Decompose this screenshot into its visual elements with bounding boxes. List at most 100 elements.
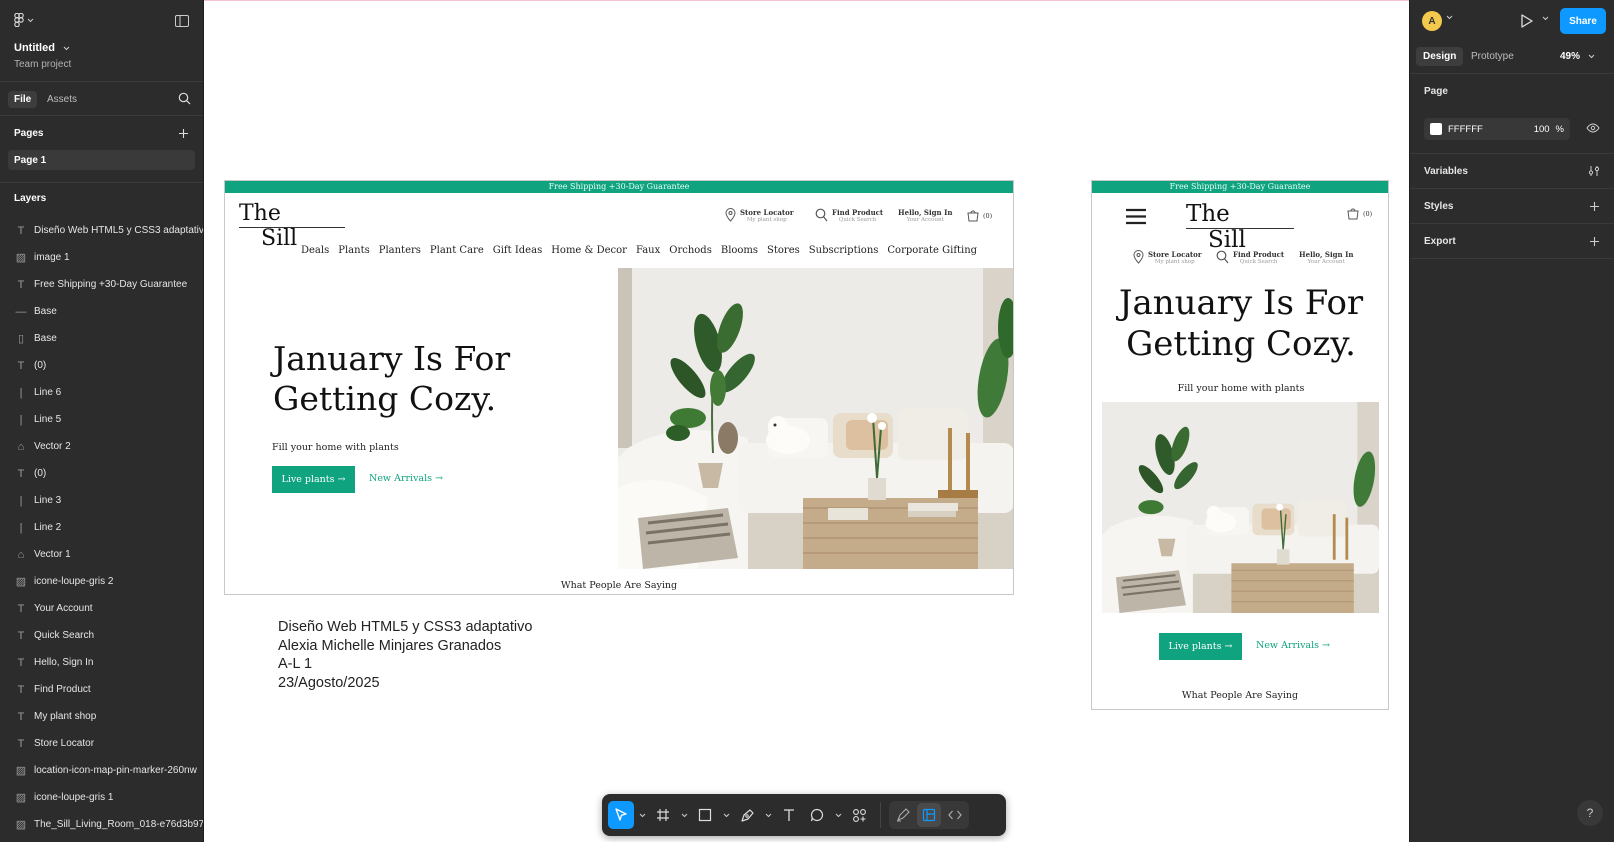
page-fill-input[interactable]: FFFFFF 100% xyxy=(1424,118,1570,140)
nav-item[interactable]: Subscriptions xyxy=(809,245,879,256)
chevron-down-icon[interactable] xyxy=(1542,16,1549,21)
layer-row[interactable]: T Quick Search xyxy=(0,622,203,649)
layer-row[interactable]: T (0) xyxy=(0,352,203,379)
nav-item[interactable]: Corporate Gifting xyxy=(887,245,977,256)
layer-row[interactable]: T Store Locator xyxy=(0,730,203,757)
mobile-cart-link[interactable]: (0) xyxy=(1347,208,1372,220)
dev-mode-button[interactable] xyxy=(943,803,967,827)
nav-item[interactable]: Stores xyxy=(767,245,800,256)
frame-tool-menu[interactable] xyxy=(678,813,690,818)
text-layer-icon: T xyxy=(17,467,25,480)
main-menu-button[interactable] xyxy=(14,13,34,27)
eye-visibility-icon[interactable] xyxy=(1586,123,1600,133)
tab-assets[interactable]: Assets xyxy=(41,91,83,108)
desktop-frame[interactable]: Free Shipping +30-Day Guarantee The Sill… xyxy=(224,180,1014,595)
tab-design[interactable]: Design xyxy=(1416,47,1464,66)
layer-row[interactable]: ⌂ Vector 1 xyxy=(0,541,203,568)
comment-tool-button[interactable] xyxy=(804,801,830,829)
find-product-link[interactable]: Find Product Quick Search xyxy=(815,208,883,223)
actions-button[interactable] xyxy=(846,801,872,829)
move-tool-button[interactable] xyxy=(608,801,634,829)
design-mode-button[interactable] xyxy=(917,803,941,827)
pen-tool-menu[interactable] xyxy=(762,813,774,818)
nav-item[interactable]: Orchods xyxy=(669,245,712,256)
move-tool-menu[interactable] xyxy=(636,813,648,818)
frame-tool-button[interactable] xyxy=(650,801,676,829)
nav-item[interactable]: Planters xyxy=(379,245,421,256)
layer-row[interactable]: | Line 5 xyxy=(0,406,203,433)
pen-tool-button[interactable] xyxy=(734,801,760,829)
mobile-site-logo[interactable]: The Sill xyxy=(1186,201,1294,253)
mobile-account-link[interactable]: Hello, Sign In Your Account xyxy=(1299,250,1353,265)
layer-row[interactable]: T (0) xyxy=(0,460,203,487)
layer-row[interactable]: ▨ The_Sill_Living_Room_018-e76d3b972 xyxy=(0,811,203,838)
layer-row[interactable]: T Free Shipping +30-Day Guarantee xyxy=(0,271,203,298)
fill-swatch[interactable] xyxy=(1430,123,1442,135)
add-export-icon[interactable] xyxy=(1589,236,1600,247)
nav-item[interactable]: Gift Ideas xyxy=(493,245,542,256)
mobile-new-arrivals-link[interactable]: New Arrivals → xyxy=(1256,640,1330,651)
mobile-frame[interactable]: Free Shipping +30-Day Guarantee The Sill… xyxy=(1091,180,1389,710)
fill-opacity[interactable]: 100 xyxy=(1534,124,1550,135)
toggle-sidebar-button[interactable] xyxy=(175,14,189,32)
live-plants-button[interactable]: Live plants → xyxy=(272,466,355,493)
text-tool-button[interactable] xyxy=(776,801,802,829)
site-logo[interactable]: The Sill xyxy=(239,201,345,251)
user-avatar[interactable]: A xyxy=(1422,11,1442,31)
nav-item[interactable]: Faux xyxy=(636,245,660,256)
page-item[interactable]: Page 1 xyxy=(8,150,195,170)
layers-list: T Diseño Web HTML5 y CSS3 adaptativo ▨ imag… xyxy=(0,213,204,838)
caption-text[interactable]: Diseño Web HTML5 y CSS3 adaptativo Alexi… xyxy=(278,618,532,692)
store-locator-sub: My plant shop xyxy=(1154,259,1195,265)
fill-hex[interactable]: FFFFFF xyxy=(1448,124,1483,135)
layer-row[interactable]: T Hello, Sign In xyxy=(0,649,203,676)
nav-item[interactable]: Home & Decor xyxy=(551,245,627,256)
add-style-icon[interactable] xyxy=(1589,201,1600,212)
nav-item[interactable]: Blooms xyxy=(721,245,758,256)
mobile-live-plants-button[interactable]: Live plants → xyxy=(1159,633,1242,660)
layer-row[interactable]: T Your Account xyxy=(0,595,203,622)
file-name-button[interactable]: Untitled xyxy=(14,42,70,54)
search-icon[interactable] xyxy=(178,92,191,105)
find-product-sub: Quick Search xyxy=(1239,259,1278,265)
layer-row[interactable]: ▨ icone-loupe-gris 1 xyxy=(0,784,203,811)
tab-prototype[interactable]: Prototype xyxy=(1464,47,1521,66)
present-play-icon[interactable] xyxy=(1520,13,1534,29)
hamburger-menu-icon[interactable] xyxy=(1125,208,1147,225)
mobile-store-locator-link[interactable]: Store Locator My plant shop xyxy=(1133,250,1202,265)
layer-row[interactable]: ▨ location-icon-map-pin-marker-260nw xyxy=(0,757,203,784)
mobile-find-product-link[interactable]: Find Product Quick Search xyxy=(1216,250,1284,265)
store-locator-link[interactable]: Store Locator My plant shop xyxy=(725,208,794,223)
cart-count: (0) xyxy=(983,212,993,220)
layer-row[interactable]: ▨ image 1 xyxy=(0,244,203,271)
zoom-dropdown[interactable]: 49% xyxy=(1560,51,1595,62)
layer-row[interactable]: | Line 3 xyxy=(0,487,203,514)
layer-row[interactable]: T Diseño Web HTML5 y CSS3 adaptativo xyxy=(0,217,203,244)
nav-item[interactable]: Plants xyxy=(338,245,369,256)
draw-mode-button[interactable] xyxy=(891,803,915,827)
shape-tool-button[interactable] xyxy=(692,801,718,829)
tab-file[interactable]: File xyxy=(8,91,38,108)
layer-row[interactable]: | Line 2 xyxy=(0,514,203,541)
chevron-down-icon[interactable] xyxy=(1446,15,1453,20)
layer-row[interactable]: — Base xyxy=(0,298,203,325)
help-button[interactable]: ? xyxy=(1577,800,1603,826)
canvas[interactable]: Free Shipping +30-Day Guarantee The Sill… xyxy=(204,0,1409,842)
layer-row[interactable]: ▯ Base xyxy=(0,325,203,352)
new-arrivals-link[interactable]: New Arrivals → xyxy=(369,473,443,484)
variables-settings-icon[interactable] xyxy=(1588,165,1600,177)
nav-item[interactable]: Deals xyxy=(301,245,329,256)
layer-row[interactable]: ▨ icone-loupe-gris 2 xyxy=(0,568,203,595)
account-link[interactable]: Hello, Sign In Your Account xyxy=(898,208,952,223)
layer-row[interactable]: T My plant shop xyxy=(0,703,203,730)
cart-link[interactable]: (0) xyxy=(967,210,992,222)
layer-row[interactable]: | Line 6 xyxy=(0,379,203,406)
layer-row[interactable]: ⌂ Vector 2 xyxy=(0,433,203,460)
shape-tool-menu[interactable] xyxy=(720,813,732,818)
add-page-icon[interactable] xyxy=(178,128,189,139)
nav-item[interactable]: Plant Care xyxy=(430,245,484,256)
hero-living-room-image xyxy=(618,268,1013,569)
layer-row[interactable]: T Find Product xyxy=(0,676,203,703)
share-button[interactable]: Share xyxy=(1560,8,1606,34)
comment-tool-menu[interactable] xyxy=(832,813,844,818)
